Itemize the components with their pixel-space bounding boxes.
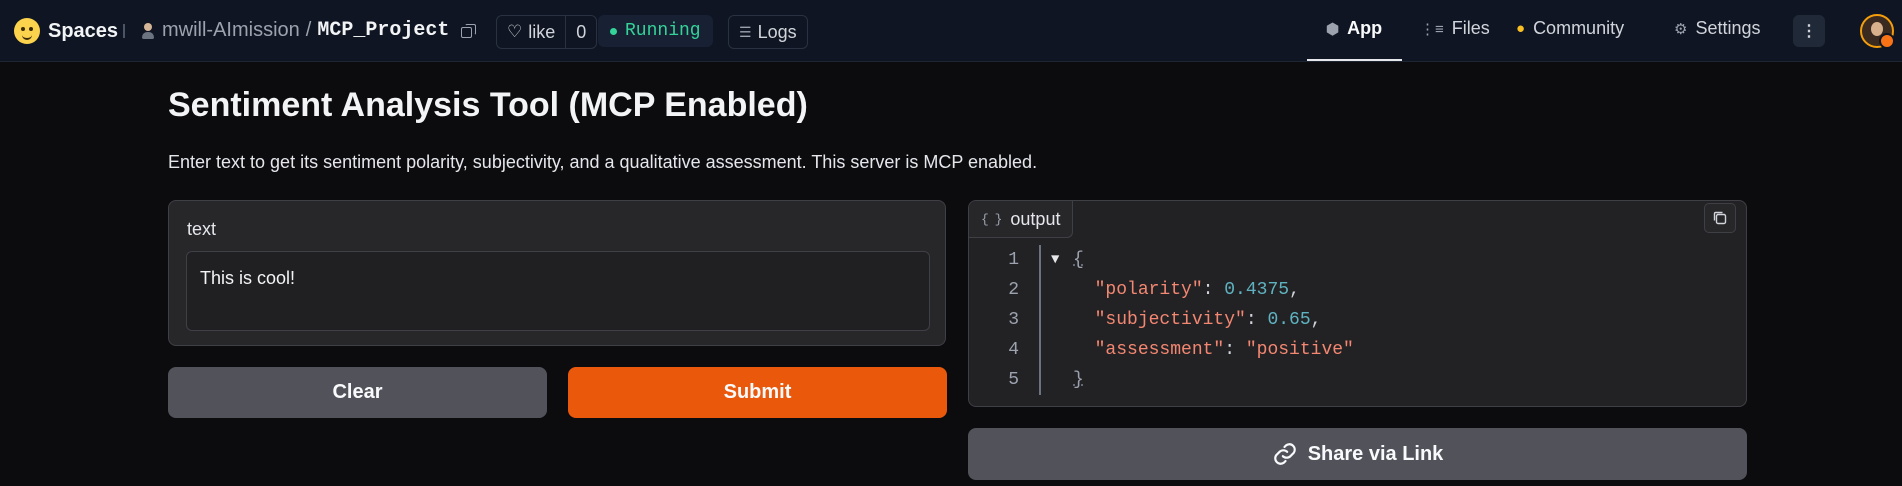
breadcrumb-separator: / (305, 19, 312, 41)
copy-icon[interactable] (461, 23, 477, 38)
notification-badge-icon (1879, 33, 1895, 49)
output-label-tab: { } output (969, 201, 1074, 238)
copy-output-button[interactable] (1704, 203, 1736, 233)
huggingface-logo-icon (14, 18, 40, 44)
line-number: 3 (1008, 310, 1019, 330)
tab-app-label: App (1347, 18, 1383, 38)
line-number: 4 (1008, 340, 1019, 360)
json-key: "polarity" (1094, 280, 1203, 300)
tab-settings[interactable]: ⚙ Settings (1674, 18, 1761, 39)
status-badge[interactable]: Running (598, 15, 713, 47)
repo-breadcrumb: mwill-AImission / MCP_Project (140, 19, 477, 42)
indent-guide (1039, 245, 1041, 275)
cube-icon: ⬢ (1326, 20, 1340, 38)
indent-guide (1039, 305, 1041, 335)
more-vertical-icon: ⋮ (1801, 23, 1817, 40)
code-line: 5 } (969, 365, 1746, 395)
text-input-label: text (187, 219, 217, 239)
files-icon: ⋮≡ (1420, 20, 1444, 38)
like-label: like (528, 21, 556, 42)
code-line: 4 "assessment": "positive" (969, 335, 1746, 365)
json-value: 0.65 (1267, 310, 1311, 330)
gear-icon: ⚙ (1674, 20, 1688, 38)
more-options-button[interactable]: ⋮ (1793, 15, 1825, 47)
like-button[interactable]: ♡ like (497, 16, 567, 48)
json-code-view[interactable]: 1 ▼ { 2 "polarity": 0.4375, 3 "subjectiv… (969, 245, 1746, 395)
line-number: 2 (1008, 280, 1019, 300)
repo-name-link[interactable]: MCP_Project (317, 19, 449, 42)
output-label: output (1010, 208, 1061, 229)
code-line: 1 ▼ { (969, 245, 1746, 275)
text-input-field[interactable]: This is cool! (186, 251, 930, 331)
line-number: 1 (1008, 250, 1019, 270)
clear-button[interactable]: Clear (168, 367, 547, 418)
submit-button[interactable]: Submit (568, 367, 947, 418)
json-value: 0.4375 (1224, 280, 1290, 300)
code-line: 3 "subjectivity": 0.65, (969, 305, 1746, 335)
json-key: "subjectivity" (1094, 310, 1246, 330)
logs-button[interactable]: ☰ Logs (728, 15, 808, 49)
json-value: "positive" (1245, 340, 1354, 360)
indent-guide (1039, 335, 1041, 365)
divider (123, 24, 125, 38)
json-braces-icon: { } (981, 211, 1002, 227)
tab-settings-label: Settings (1695, 18, 1761, 38)
link-icon (1273, 443, 1296, 465)
heart-icon: ♡ (507, 22, 523, 41)
logs-icon: ☰ (739, 23, 752, 40)
spaces-label: Spaces (48, 19, 119, 42)
community-icon: ● (1516, 20, 1526, 37)
repo-owner-link[interactable]: mwill-AImission (162, 19, 300, 42)
json-key: "assessment" (1094, 340, 1225, 360)
share-via-link-button[interactable]: Share via Link (968, 428, 1747, 480)
fold-toggle-icon[interactable]: ▼ (1051, 252, 1073, 268)
user-avatar-icon (140, 22, 156, 40)
copy-icon (1713, 211, 1727, 225)
open-brace: { (1073, 250, 1084, 270)
spaces-home-link[interactable]: Spaces (14, 18, 118, 44)
page-description: Enter text to get its sentiment polarity… (168, 152, 1038, 172)
json-output-panel: { } output 1 ▼ { 2 "polarity": 0.4375, 3… (968, 200, 1747, 407)
line-number: 5 (1008, 370, 1019, 390)
tab-files-label: Files (1451, 18, 1490, 38)
status-label: Running (625, 21, 701, 41)
top-navbar: Spaces mwill-AImission / MCP_Project ♡ l… (0, 0, 1902, 62)
code-line: 2 "polarity": 0.4375, (969, 275, 1746, 305)
tab-files[interactable]: ⋮≡ Files (1420, 18, 1490, 39)
status-dot-icon (610, 27, 617, 35)
like-group: ♡ like 0 (496, 15, 598, 49)
indent-guide (1039, 365, 1041, 395)
user-avatar[interactable] (1860, 14, 1895, 49)
logs-label: Logs (757, 21, 797, 42)
text-input-panel: text This is cool! (168, 200, 946, 346)
share-label: Share via Link (1307, 442, 1444, 465)
indent-guide (1039, 275, 1041, 305)
active-tab-indicator (1307, 59, 1402, 61)
tab-app[interactable]: ⬢ App (1326, 18, 1382, 39)
tab-community[interactable]: ● Community (1516, 18, 1624, 39)
page-title: Sentiment Analysis Tool (MCP Enabled) (168, 86, 808, 124)
tab-community-label: Community (1533, 18, 1625, 38)
close-brace: } (1073, 370, 1084, 390)
like-count[interactable]: 0 (566, 16, 596, 48)
